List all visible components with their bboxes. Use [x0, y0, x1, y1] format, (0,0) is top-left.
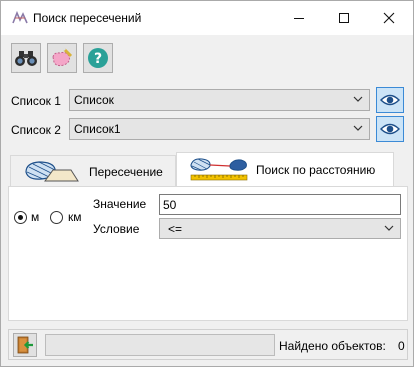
list2-value: Список1: [74, 122, 121, 136]
maximize-button[interactable]: [321, 1, 366, 35]
condition-value: <=: [168, 222, 183, 236]
minimize-icon: [293, 18, 304, 19]
exit-door-icon: [17, 336, 33, 354]
tab-distance-search[interactable]: Поиск по расстоянию: [176, 152, 394, 187]
found-objects-count: 0: [398, 339, 405, 353]
chevron-down-icon: [384, 225, 394, 231]
eye-icon: [380, 123, 400, 135]
distance-search-panel: м км Значение 50 Условие <=: [8, 186, 408, 321]
help-icon: ?: [88, 48, 108, 68]
close-icon: [383, 12, 394, 24]
list2-view-button[interactable]: [376, 116, 404, 142]
list2-label: Список 2: [11, 123, 61, 137]
title-bar: Поиск пересечений: [1, 1, 413, 35]
intersection-app-icon: [12, 11, 28, 24]
condition-label: Условие: [93, 222, 140, 236]
found-objects-label: Найдено объектов:: [279, 339, 386, 353]
condition-combobox[interactable]: <=: [159, 218, 401, 239]
tab-intersection[interactable]: Пересечение: [10, 155, 176, 186]
find-button[interactable]: [11, 43, 41, 73]
unit-radio-m-label: м: [31, 210, 40, 224]
select-area-icon: [52, 47, 73, 67]
help-button[interactable]: ?: [83, 43, 113, 73]
list1-label: Список 1: [11, 94, 61, 108]
exit-button[interactable]: [13, 333, 37, 357]
chevron-down-icon: [353, 96, 363, 102]
intersection-shapes-icon: [25, 161, 79, 182]
binoculars-icon: [15, 51, 37, 66]
unit-radio-km-label: км: [68, 210, 82, 224]
tab-intersection-label: Пересечение: [89, 165, 163, 179]
svg-text:?: ?: [94, 51, 102, 67]
progress-bar: [45, 334, 275, 356]
list1-value: Список: [74, 93, 114, 107]
chevron-down-icon: [353, 125, 363, 131]
value-label: Значение: [93, 197, 147, 211]
unit-radio-km[interactable]: [50, 211, 63, 224]
radio-selected-dot: [18, 215, 23, 220]
minimize-button[interactable]: [276, 1, 321, 35]
eye-icon: [380, 94, 400, 106]
distance-measure-icon: [190, 158, 248, 181]
dialog-window: Поиск пересечений ? Список 1 Список Спис…: [0, 0, 414, 367]
status-bar: Найдено объектов: 0: [8, 329, 408, 360]
tab-strip: Пересечение Поиск по расстоянию: [8, 152, 408, 187]
select-area-button[interactable]: [47, 43, 77, 73]
maximize-icon: [338, 13, 349, 23]
unit-radio-m[interactable]: [14, 211, 27, 224]
tab-distance-search-label: Поиск по расстоянию: [256, 163, 376, 177]
list2-combobox[interactable]: Список1: [69, 118, 370, 140]
list1-view-button[interactable]: [376, 87, 404, 113]
window-title: Поиск пересечений: [33, 11, 142, 25]
list1-combobox[interactable]: Список: [69, 89, 370, 111]
close-button[interactable]: [366, 1, 411, 35]
value-input[interactable]: 50: [159, 194, 401, 215]
